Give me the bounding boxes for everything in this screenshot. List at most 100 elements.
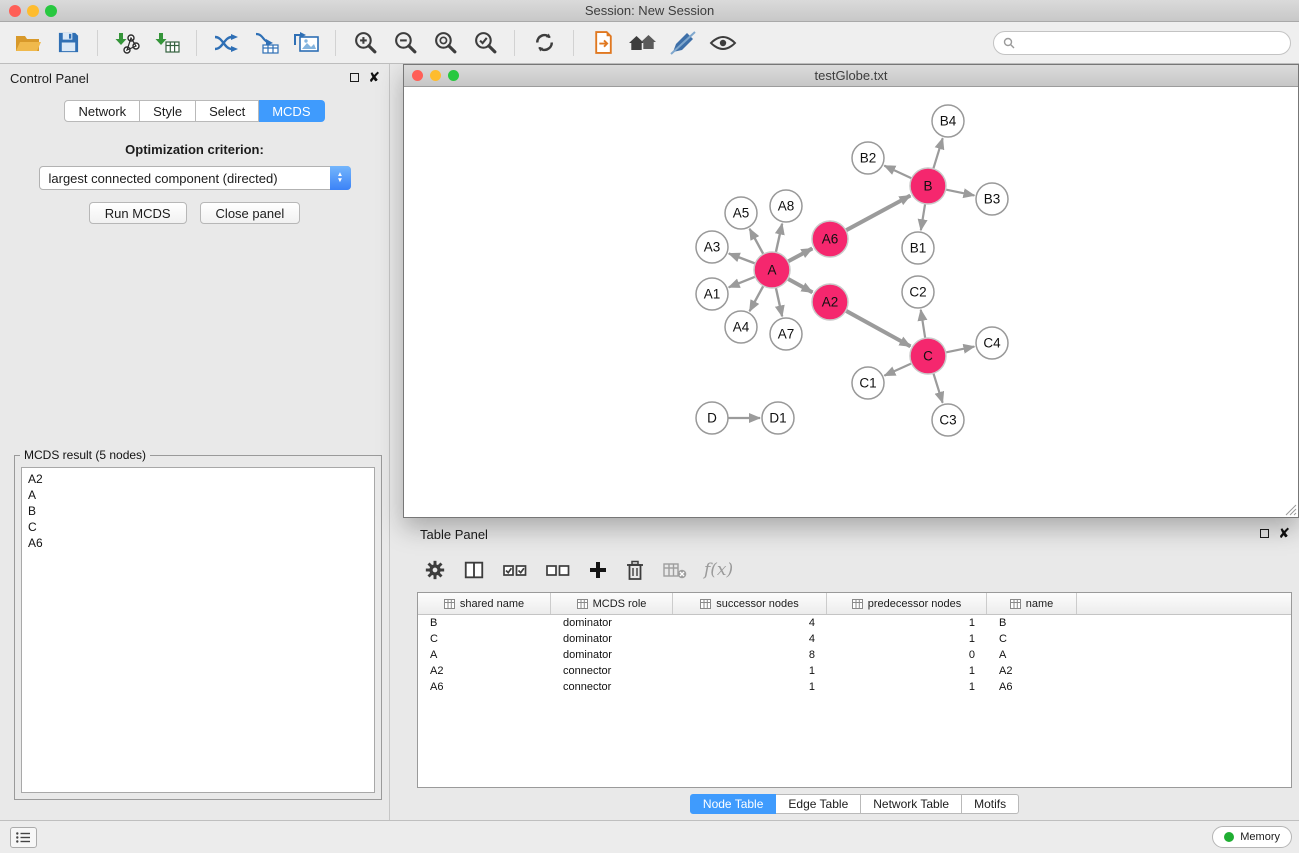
graph-node-D[interactable]: D xyxy=(696,402,728,434)
home-button[interactable] xyxy=(625,26,661,60)
table-row[interactable]: A2connector11A2 xyxy=(418,663,1291,679)
table-row[interactable]: Adominator80A xyxy=(418,647,1291,663)
mcds-result-item[interactable]: A2 xyxy=(28,471,368,487)
mcds-result-item[interactable]: A6 xyxy=(28,535,368,551)
delete-column-button[interactable] xyxy=(625,559,645,581)
import-network-from-database-button[interactable] xyxy=(208,26,244,60)
search-input[interactable] xyxy=(1020,36,1290,50)
graph-node-A4[interactable]: A4 xyxy=(725,311,757,343)
zoom-selected-button[interactable] xyxy=(467,26,503,60)
graph-node-C[interactable]: C xyxy=(910,338,946,374)
mcds-result-item[interactable]: C xyxy=(28,519,368,535)
add-column-button[interactable] xyxy=(588,560,608,580)
graph-node-C4[interactable]: C4 xyxy=(976,327,1008,359)
graph-edge-B-B4[interactable] xyxy=(933,138,942,169)
graph-edge-C-C2[interactable] xyxy=(921,310,925,338)
graph-edge-A-A3[interactable] xyxy=(729,253,755,263)
delete-table-button[interactable] xyxy=(662,560,687,580)
apply-layout-button[interactable] xyxy=(526,26,562,60)
graph-node-C1[interactable]: C1 xyxy=(852,367,884,399)
import-network-from-file-button[interactable] xyxy=(109,26,145,60)
tab-network-table[interactable]: Network Table xyxy=(861,794,962,814)
graph-edge-B-B3[interactable] xyxy=(946,190,975,196)
close-panel-icon[interactable]: ✘ xyxy=(368,72,380,82)
graph-edge-A2-C[interactable] xyxy=(846,311,911,347)
column-header-name[interactable]: name xyxy=(987,593,1077,614)
zoom-fit-button[interactable] xyxy=(427,26,463,60)
import-table-from-file-button[interactable] xyxy=(149,26,185,60)
column-header-shared-name[interactable]: shared name xyxy=(418,593,551,614)
graph-node-A8[interactable]: A8 xyxy=(770,190,802,222)
tab-mcds[interactable]: MCDS xyxy=(259,100,324,122)
graph-edge-C-C1[interactable] xyxy=(884,363,911,375)
graph-edge-A-A8[interactable] xyxy=(776,224,782,253)
search-field[interactable] xyxy=(993,31,1291,55)
panel-selector-button[interactable] xyxy=(10,827,37,848)
graph-node-B2[interactable]: B2 xyxy=(852,142,884,174)
table-row[interactable]: Bdominator41B xyxy=(418,615,1291,631)
table-row[interactable]: A6connector11A6 xyxy=(418,679,1291,695)
import-table-from-database-button[interactable] xyxy=(248,26,284,60)
graph-node-A7[interactable]: A7 xyxy=(770,318,802,350)
export-network-button[interactable] xyxy=(585,26,621,60)
graph-node-C3[interactable]: C3 xyxy=(932,404,964,436)
graph-node-B[interactable]: B xyxy=(910,168,946,204)
graph-edge-C-C4[interactable] xyxy=(946,347,975,353)
tab-node-table[interactable]: Node Table xyxy=(690,794,777,814)
column-header-predecessor-nodes[interactable]: predecessor nodes xyxy=(827,593,987,614)
tab-edge-table[interactable]: Edge Table xyxy=(776,794,861,814)
tab-network[interactable]: Network xyxy=(64,100,140,122)
close-table-panel-icon[interactable]: ✘ xyxy=(1278,528,1290,538)
float-panel-icon[interactable] xyxy=(350,73,359,82)
show-graphics-details-button[interactable] xyxy=(705,26,741,60)
graph-edge-B-B1[interactable] xyxy=(921,204,925,230)
zoom-in-button[interactable] xyxy=(347,26,383,60)
mcds-result-item[interactable]: A xyxy=(28,487,368,503)
run-mcds-button[interactable]: Run MCDS xyxy=(89,202,187,224)
graph-node-A1[interactable]: A1 xyxy=(696,278,728,310)
select-all-button[interactable] xyxy=(502,560,528,580)
mcds-result-item[interactable]: B xyxy=(28,503,368,519)
optimization-criterion-select[interactable]: largest connected component (directed) ▲… xyxy=(39,166,351,190)
graph-node-B1[interactable]: B1 xyxy=(902,232,934,264)
close-panel-button[interactable]: Close panel xyxy=(200,202,301,224)
deselect-all-button[interactable] xyxy=(545,560,571,580)
network-canvas[interactable]: B4 B2 B B3 A5 A8 A6 B1 A3 A C2 A1 A2 A4 A7 C4 C C1 C3 D D1 xyxy=(404,87,1298,517)
graph-node-A5[interactable]: A5 xyxy=(725,197,757,229)
graph-edge-B-B2[interactable] xyxy=(884,166,911,179)
graph-edge-A-A4[interactable] xyxy=(750,286,764,311)
graph-node-A6[interactable]: A6 xyxy=(812,221,848,257)
memory-button[interactable]: Memory xyxy=(1212,826,1292,848)
network-window-titlebar[interactable]: testGlobe.txt xyxy=(404,65,1298,87)
annotation-mode-button[interactable] xyxy=(665,26,701,60)
graph-edge-A-A1[interactable] xyxy=(729,277,756,288)
float-table-panel-icon[interactable] xyxy=(1260,529,1269,538)
graph-node-B3[interactable]: B3 xyxy=(976,183,1008,215)
mcds-result-list[interactable]: A2ABCA6 xyxy=(21,467,375,793)
resize-grip-icon[interactable] xyxy=(1285,504,1297,516)
table-settings-button[interactable] xyxy=(424,559,446,581)
graph-node-C2[interactable]: C2 xyxy=(902,276,934,308)
graph-edge-A-A6[interactable] xyxy=(788,248,812,261)
open-session-button[interactable] xyxy=(10,26,46,60)
zoom-out-button[interactable] xyxy=(387,26,423,60)
tab-style[interactable]: Style xyxy=(140,100,196,122)
graph-edge-A-A5[interactable] xyxy=(750,229,764,254)
tab-select[interactable]: Select xyxy=(196,100,259,122)
graph-node-B4[interactable]: B4 xyxy=(932,105,964,137)
function-builder-button[interactable]: f(x) xyxy=(704,560,733,580)
show-columns-button[interactable] xyxy=(463,559,485,581)
column-header-successor-nodes[interactable]: successor nodes xyxy=(673,593,827,614)
tab-motifs[interactable]: Motifs xyxy=(962,794,1019,814)
graph-node-A3[interactable]: A3 xyxy=(696,231,728,263)
graph-node-A[interactable]: A xyxy=(754,252,790,288)
graph-edge-A-A7[interactable] xyxy=(776,288,782,317)
save-session-button[interactable] xyxy=(50,26,86,60)
graph-edge-A-A2[interactable] xyxy=(788,279,813,293)
export-image-button[interactable] xyxy=(288,26,324,60)
graph-edge-C-C3[interactable] xyxy=(933,373,942,403)
graph-node-D1[interactable]: D1 xyxy=(762,402,794,434)
table-row[interactable]: Cdominator41C xyxy=(418,631,1291,647)
graph-node-A2[interactable]: A2 xyxy=(812,284,848,320)
graph-edge-A6-B[interactable] xyxy=(846,196,911,231)
